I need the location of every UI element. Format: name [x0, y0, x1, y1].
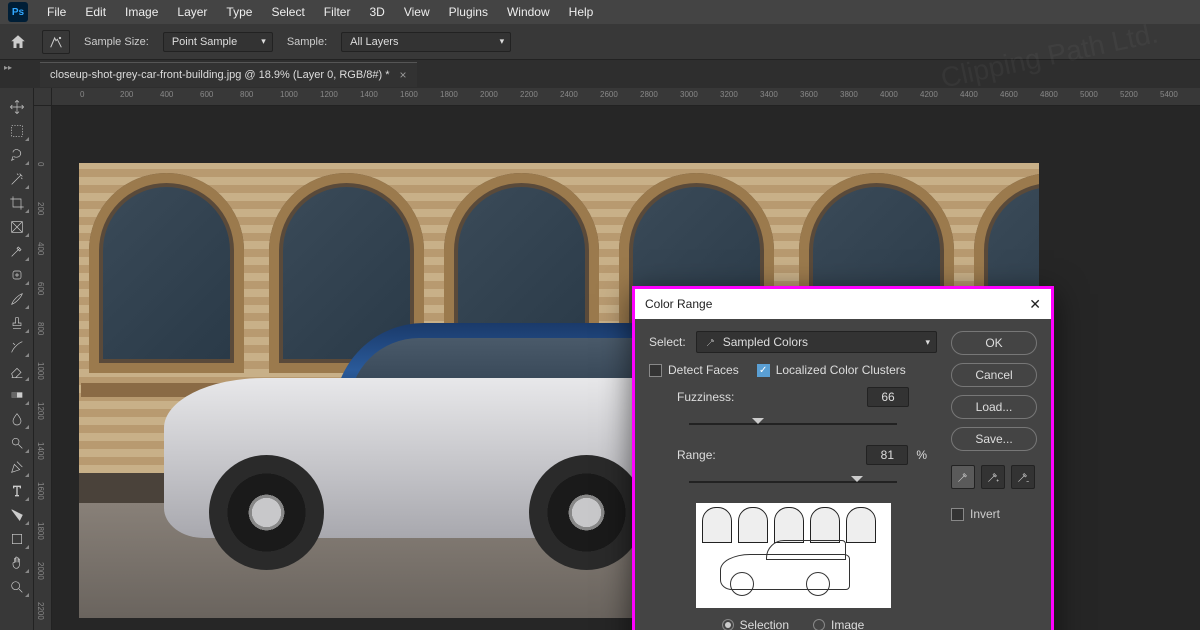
eyedropper-add-icon[interactable]: [981, 465, 1005, 489]
close-icon[interactable]: ✕: [1029, 296, 1041, 313]
move-tool[interactable]: [3, 96, 31, 118]
vertical-ruler: 0200400600800100012001400160018002000220…: [34, 106, 52, 630]
zoom-tool[interactable]: [3, 576, 31, 598]
crop-tool[interactable]: [3, 192, 31, 214]
sample-size-dropdown[interactable]: Point Sample: [163, 32, 273, 52]
type-tool[interactable]: [3, 480, 31, 502]
menu-window[interactable]: Window: [499, 2, 558, 22]
menu-plugins[interactable]: Plugins: [441, 2, 496, 22]
horizontal-ruler: 0200400600800100012001400160018002000220…: [52, 88, 1200, 106]
expand-panel-icon[interactable]: ▸▸: [3, 60, 13, 74]
eyedropper-sample-icon[interactable]: [951, 465, 975, 489]
canvas-area[interactable]: 0200400600800100012001400160018002000220…: [34, 88, 1200, 630]
menu-help[interactable]: Help: [561, 2, 602, 22]
fuzziness-slider[interactable]: [689, 417, 897, 431]
menu-type[interactable]: Type: [218, 2, 260, 22]
localized-checkbox[interactable]: ✓: [757, 364, 770, 377]
image-radio-label: Image: [831, 618, 864, 630]
marquee-tool[interactable]: [3, 120, 31, 142]
shape-tool[interactable]: [3, 528, 31, 550]
fuzziness-label: Fuzziness:: [677, 390, 734, 404]
ok-button[interactable]: OK: [951, 331, 1037, 355]
brush-tool[interactable]: [3, 288, 31, 310]
home-icon[interactable]: [8, 32, 28, 52]
detect-faces-label: Detect Faces: [668, 363, 739, 377]
range-unit: %: [916, 448, 927, 462]
load-button[interactable]: Load...: [951, 395, 1037, 419]
dialog-titlebar[interactable]: Color Range ✕: [635, 289, 1051, 319]
cancel-button[interactable]: Cancel: [951, 363, 1037, 387]
history-brush-tool[interactable]: [3, 336, 31, 358]
eyedropper-icon: [705, 336, 717, 348]
sample-label: Sample:: [287, 36, 327, 48]
fuzziness-input[interactable]: 66: [867, 387, 909, 407]
document-tab[interactable]: closeup-shot-grey-car-front-building.jpg…: [40, 62, 417, 87]
range-label: Range:: [677, 448, 716, 462]
select-value: Sampled Colors: [723, 335, 808, 349]
select-label: Select:: [649, 335, 686, 349]
healing-tool[interactable]: [3, 264, 31, 286]
ruler-corner: [34, 88, 52, 106]
dodge-tool[interactable]: [3, 432, 31, 454]
menu-view[interactable]: View: [396, 2, 438, 22]
gradient-tool[interactable]: [3, 384, 31, 406]
wand-tool[interactable]: [3, 168, 31, 190]
menu-file[interactable]: File: [39, 2, 74, 22]
eyedropper-tool[interactable]: [3, 240, 31, 262]
invert-checkbox[interactable]: [951, 508, 964, 521]
menu-filter[interactable]: Filter: [316, 2, 359, 22]
options-bar: Sample Size: Point Sample Sample: All La…: [0, 24, 1200, 60]
color-range-dialog: Color Range ✕ Select: Sampled Colors: [632, 286, 1054, 630]
lasso-tool[interactable]: [3, 144, 31, 166]
selection-radio-label: Selection: [740, 618, 789, 630]
image-radio[interactable]: [813, 619, 825, 630]
document-tabbar: closeup-shot-grey-car-front-building.jpg…: [0, 60, 1200, 88]
select-dropdown[interactable]: Sampled Colors: [696, 331, 937, 353]
menu-edit[interactable]: Edit: [77, 2, 114, 22]
tab-title: closeup-shot-grey-car-front-building.jpg…: [50, 69, 390, 81]
selection-radio[interactable]: [722, 619, 734, 630]
hand-tool[interactable]: [3, 552, 31, 574]
tab-close-icon[interactable]: ×: [400, 68, 407, 82]
save-button[interactable]: Save...: [951, 427, 1037, 451]
path-tool[interactable]: [3, 504, 31, 526]
detect-faces-checkbox[interactable]: [649, 364, 662, 377]
menu-layer[interactable]: Layer: [169, 2, 215, 22]
dialog-title: Color Range: [645, 297, 712, 311]
menu-select[interactable]: Select: [263, 2, 312, 22]
stamp-tool[interactable]: [3, 312, 31, 334]
menu-3d[interactable]: 3D: [361, 2, 392, 22]
range-slider[interactable]: [689, 475, 897, 489]
photoshop-logo: Ps: [8, 2, 28, 22]
frame-tool[interactable]: [3, 216, 31, 238]
sample-dropdown[interactable]: All Layers: [341, 32, 511, 52]
pen-tool[interactable]: [3, 456, 31, 478]
invert-label: Invert: [970, 507, 1000, 521]
menu-image[interactable]: Image: [117, 2, 166, 22]
main-menubar: Ps File Edit Image Layer Type Select Fil…: [0, 0, 1200, 24]
selection-preview-image: [696, 503, 891, 608]
active-tool-icon[interactable]: [42, 30, 70, 54]
localized-label: Localized Color Clusters: [776, 363, 906, 377]
blur-tool[interactable]: [3, 408, 31, 430]
sample-size-label: Sample Size:: [84, 36, 149, 48]
tools-panel: [0, 88, 34, 630]
range-input[interactable]: 81: [866, 445, 908, 465]
eraser-tool[interactable]: [3, 360, 31, 382]
eyedropper-subtract-icon[interactable]: [1011, 465, 1035, 489]
